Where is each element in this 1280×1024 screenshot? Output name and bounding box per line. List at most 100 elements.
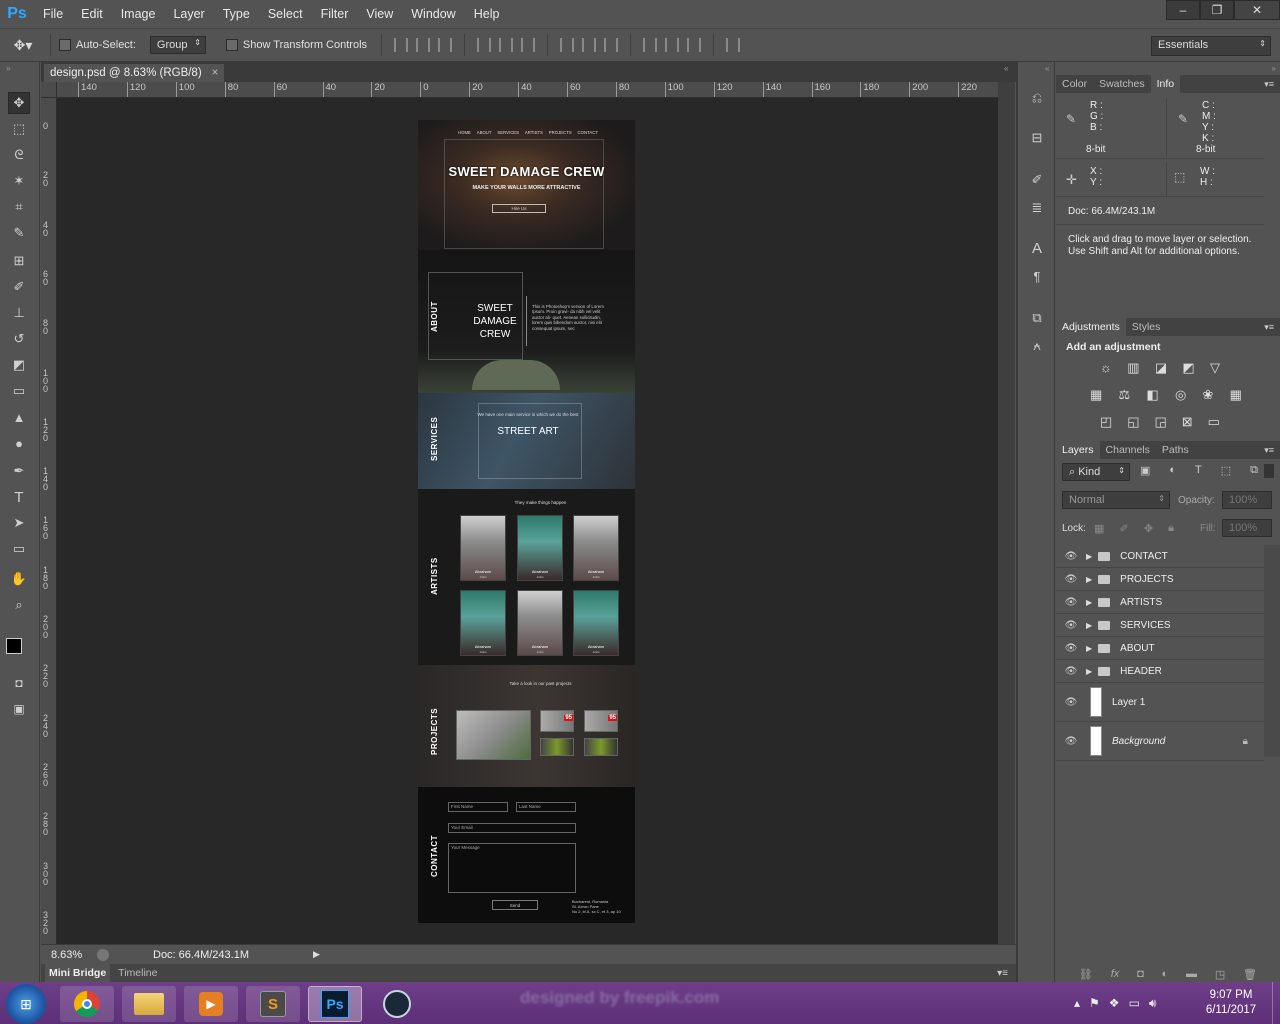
lock-all-icon[interactable]: 🔒︎ <box>1168 522 1174 535</box>
layer-group-row[interactable]: 👁︎ ▶ HEADER <box>1056 660 1264 683</box>
menu-select[interactable]: Select <box>259 0 312 28</box>
blend-mode-dropdown[interactable]: Normal ⇕ <box>1062 491 1170 509</box>
project-thumb-1[interactable]: 95 <box>540 710 574 732</box>
status-menu-arrow-icon[interactable]: ▶ <box>313 949 320 960</box>
taskbar-steam[interactable] <box>370 986 424 1022</box>
properties-panel-icon[interactable]: ⊟ <box>1027 128 1047 148</box>
first-name-field[interactable]: First Name <box>448 802 508 812</box>
distribute-bottom-icon[interactable] <box>604 38 619 52</box>
last-name-field[interactable]: Last Name <box>516 802 576 812</box>
channel-mixer-icon[interactable]: ❀ <box>1203 387 1214 403</box>
project-thumb-3[interactable] <box>540 738 574 756</box>
delete-layer-icon[interactable]: 🗑︎ <box>1243 968 1257 981</box>
menu-edit[interactable]: Edit <box>72 0 112 28</box>
artist-card[interactable]: Abraham Artist <box>573 515 619 581</box>
layer-row[interactable]: 👁︎ Layer 1 <box>1056 683 1264 722</box>
taskbar-explorer[interactable] <box>122 986 176 1022</box>
lock-transparent-icon[interactable]: ▦ <box>1094 522 1104 535</box>
send-button[interactable]: Send <box>492 900 538 910</box>
photo-filter-icon[interactable]: ◎ <box>1175 387 1186 403</box>
tab-adjustments[interactable]: Adjustments <box>1056 318 1126 336</box>
black-white-icon[interactable]: ◧ <box>1146 387 1158 403</box>
auto-align-icon[interactable] <box>726 38 741 52</box>
visibility-eye-icon[interactable]: 👁︎ <box>1062 666 1080 677</box>
threshold-icon[interactable]: ◲ <box>1155 414 1167 430</box>
distribute-left-icon[interactable] <box>643 38 658 52</box>
artist-card[interactable]: Abraham Artist <box>460 515 506 581</box>
email-field[interactable]: Your Email <box>448 823 576 833</box>
layer-group-row[interactable]: 👁︎ ▶ ARTISTS <box>1056 591 1264 614</box>
transform-controls-checkbox[interactable] <box>225 39 238 51</box>
paragraph-panel-icon[interactable]: ¶ <box>1027 266 1047 286</box>
layer-row[interactable]: 👁︎ Background 🔒︎ <box>1056 722 1264 761</box>
gradient-map-icon[interactable]: ⊠ <box>1182 414 1193 430</box>
visibility-eye-icon[interactable]: 👁︎ <box>1062 620 1080 631</box>
link-layers-icon[interactable]: ⛓ <box>1079 968 1093 981</box>
character-panel-icon[interactable]: A <box>1027 238 1047 258</box>
menu-filter[interactable]: Filter <box>312 0 358 28</box>
layer-group-row[interactable]: 👁︎ ▶ SERVICES <box>1056 614 1264 637</box>
move-tool-icon[interactable]: ✥ <box>8 92 30 114</box>
expand-triangle-icon[interactable]: ▶ <box>1086 598 1092 607</box>
layer-group-row[interactable]: 👁︎ ▶ CONTACT <box>1056 545 1264 568</box>
layer-filter-kind[interactable]: ⌕ Kind ⇕ <box>1062 463 1130 481</box>
visibility-eye-icon[interactable]: 👁︎ <box>1062 736 1080 747</box>
eraser-tool-icon[interactable]: ◩ <box>8 354 30 376</box>
vibrance-icon[interactable]: ▽ <box>1210 360 1220 376</box>
menu-type[interactable]: Type <box>214 0 259 28</box>
screen-mode-icon[interactable]: ▣ <box>8 698 30 720</box>
clone-stamp-icon[interactable]: ⊥ <box>8 302 30 324</box>
pen-tool-icon[interactable]: ✒ <box>8 460 30 482</box>
dodge-tool-icon[interactable]: ● <box>8 432 30 454</box>
message-field[interactable]: Your Message <box>448 843 576 893</box>
tab-timeline[interactable]: Timeline <box>118 967 157 979</box>
crop-tool-icon[interactable]: ⌗ <box>8 196 30 218</box>
layer-group-row[interactable]: 👁︎ ▶ PROJECTS <box>1056 568 1264 591</box>
healing-brush-icon[interactable]: ⊞ <box>8 250 30 272</box>
brush-tool-icon[interactable]: ✐ <box>8 276 30 298</box>
new-adjustment-icon[interactable]: ◐ <box>1162 968 1169 980</box>
panel-divider[interactable] <box>1016 62 1018 982</box>
expand-triangle-icon[interactable]: ▶ <box>1086 644 1092 653</box>
invert-icon[interactable]: ◰ <box>1100 414 1112 430</box>
selective-color-icon[interactable]: ▭ <box>1208 414 1220 430</box>
filter-type-icon[interactable]: T <box>1195 464 1202 477</box>
filter-adjustment-icon[interactable]: ◐ <box>1169 464 1176 477</box>
tray-app-icon[interactable]: ❖ <box>1109 996 1120 1011</box>
layer-group-row[interactable]: 👁︎ ▶ ABOUT <box>1056 637 1264 660</box>
move-tool-preset-icon[interactable]: ✥▾ <box>0 37 46 54</box>
zoom-tool-icon[interactable]: ⌕ <box>8 594 30 616</box>
panel-menu-icon[interactable]: ▾≡ <box>997 968 1008 979</box>
artist-card[interactable]: Abraham Artist <box>517 515 563 581</box>
clock[interactable]: 9:07 PM 6/11/2017 <box>1196 988 1266 1018</box>
ruler-origin[interactable] <box>41 82 57 98</box>
status-icon[interactable] <box>97 948 109 961</box>
marquee-tool-icon[interactable]: ⬚ <box>8 118 30 140</box>
vertical-scrollbar[interactable] <box>998 82 1015 944</box>
hero-button[interactable]: Hire Us <box>492 204 546 213</box>
tab-layers[interactable]: Layers <box>1056 441 1100 459</box>
brightness-icon[interactable]: ☼ <box>1100 360 1112 376</box>
color-lookup-icon[interactable]: ▦ <box>1230 387 1242 403</box>
fx-icon[interactable]: fx <box>1111 968 1120 980</box>
panel-menu-icon[interactable]: ▾≡ <box>1264 79 1274 90</box>
menu-help[interactable]: Help <box>465 0 509 28</box>
glyph-panel-icon[interactable]: ⍲ <box>1027 336 1047 356</box>
visibility-eye-icon[interactable]: 👁︎ <box>1062 643 1080 654</box>
align-hcenter-icon[interactable] <box>499 38 514 52</box>
nav-projects[interactable]: PROJECTS <box>549 130 572 135</box>
color-balance-icon[interactable]: ⚖ <box>1119 387 1131 403</box>
collapse-arrows-icon[interactable]: « <box>1004 64 1008 73</box>
eyedropper-icon[interactable]: ✎ <box>8 222 30 244</box>
nav-contact[interactable]: CONTACT <box>578 130 598 135</box>
tab-color[interactable]: Color <box>1056 75 1093 93</box>
menu-image[interactable]: Image <box>112 0 165 28</box>
panel-menu-icon[interactable]: ▾≡ <box>1264 322 1274 333</box>
exposure-icon[interactable]: ◩ <box>1182 360 1194 376</box>
distribute-right-icon[interactable] <box>687 38 702 52</box>
start-button[interactable]: ⊞ <box>6 984 46 1024</box>
blur-tool-icon[interactable]: ▲ <box>8 406 30 428</box>
restore-button[interactable]: ❐ <box>1200 0 1234 20</box>
tray-arrow-icon[interactable]: ▴ <box>1074 996 1080 1011</box>
workspace-dropdown[interactable]: Essentials ⇕ <box>1151 36 1271 56</box>
